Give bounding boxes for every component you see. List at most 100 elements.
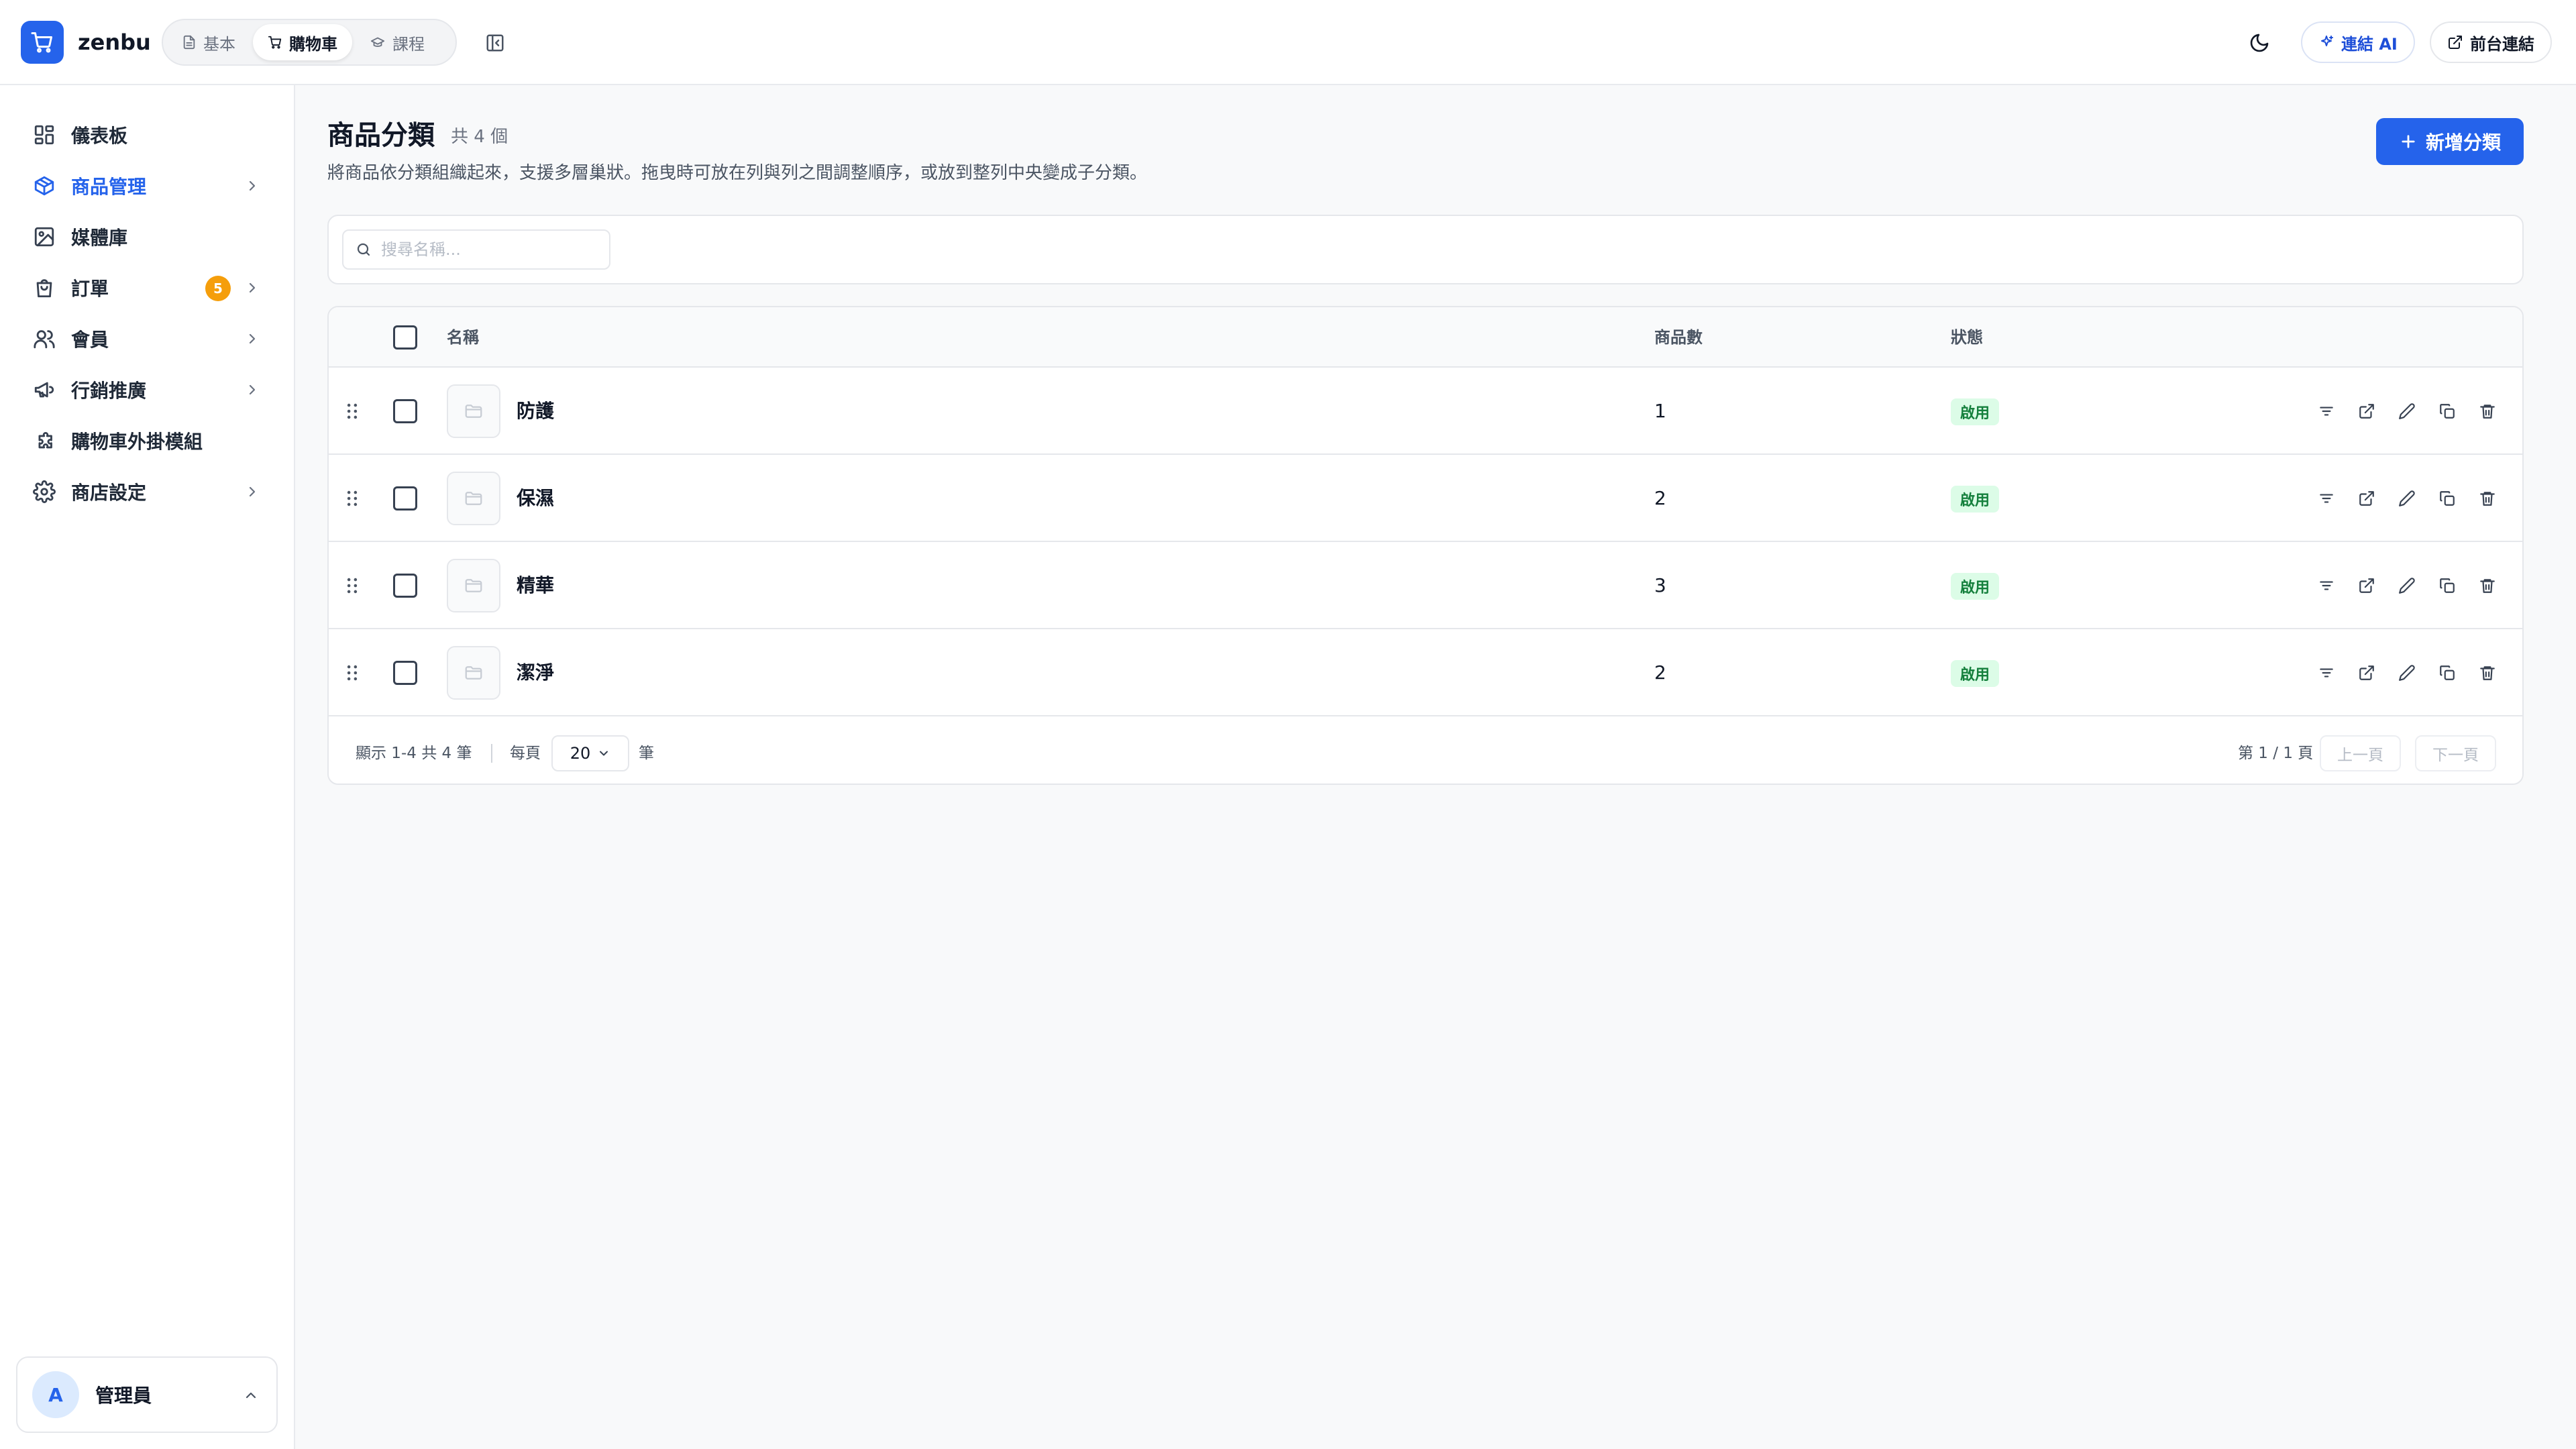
drag-handle-icon[interactable]: [345, 577, 360, 594]
chevron-right-icon: [244, 280, 260, 296]
select-all-checkbox[interactable]: [393, 325, 417, 350]
trash-icon[interactable]: [2474, 398, 2501, 425]
pencil-icon[interactable]: [2394, 398, 2420, 425]
row-actions: [2313, 659, 2501, 686]
search-input[interactable]: [381, 240, 596, 259]
sidebar-item-label: 會員: [71, 329, 109, 351]
mode-tab-basic[interactable]: 基本: [167, 24, 250, 60]
per-page-select[interactable]: 20: [551, 735, 629, 771]
per-page-unit: 筆: [639, 745, 654, 762]
trash-icon[interactable]: [2474, 485, 2501, 512]
folder-icon: [447, 384, 500, 438]
mode-tab-course[interactable]: 課程: [355, 24, 439, 60]
table-row[interactable]: 精華 3 啟用: [329, 542, 2522, 629]
prev-page-button[interactable]: 上一頁: [2320, 735, 2401, 771]
row-actions: [2313, 572, 2501, 599]
sidebar-item-store-settings[interactable]: 商店設定: [16, 466, 279, 517]
folder-icon: [447, 472, 500, 525]
row-checkbox[interactable]: [393, 574, 417, 598]
category-name[interactable]: 精華: [517, 574, 554, 598]
sidebar-item-label: 商品管理: [71, 176, 147, 198]
status-badge: 啟用: [1951, 573, 2000, 600]
logo-cart-icon[interactable]: [21, 21, 64, 64]
page-info: 第 1 / 1 頁: [2238, 745, 2314, 762]
connect-ai-button[interactable]: 連結 AI: [2301, 21, 2415, 63]
per-page-value: 20: [570, 744, 591, 763]
chevron-right-icon: [244, 382, 260, 398]
filter-icon[interactable]: [2313, 659, 2340, 686]
row-checkbox[interactable]: [393, 486, 417, 511]
sparkles-icon: [2318, 34, 2334, 50]
sidebar-item-media[interactable]: 媒體庫: [16, 211, 279, 262]
table-row[interactable]: 防護 1 啟用: [329, 368, 2522, 455]
puzzle-icon: [32, 429, 56, 453]
external-link-icon[interactable]: [2353, 659, 2380, 686]
trash-icon[interactable]: [2474, 572, 2501, 599]
external-link-icon[interactable]: [2353, 398, 2380, 425]
mode-tab-cart[interactable]: 購物車: [253, 24, 352, 60]
sidebar-item-products[interactable]: 商品管理: [16, 160, 279, 211]
external-link-icon[interactable]: [2353, 572, 2380, 599]
pencil-icon[interactable]: [2394, 572, 2420, 599]
copy-icon[interactable]: [2434, 398, 2461, 425]
sidebar-item-members[interactable]: 會員: [16, 313, 279, 364]
sidebar-item-label: 訂單: [71, 278, 109, 300]
add-category-button[interactable]: 新增分類: [2376, 118, 2524, 165]
mode-switch: 基本 購物車 課程: [162, 19, 457, 66]
product-count: 1: [1654, 400, 1666, 422]
trash-icon[interactable]: [2474, 659, 2501, 686]
sidebar-item-label: 行銷推廣: [71, 380, 147, 402]
folder-icon: [447, 646, 500, 700]
table-footer: 顯示 1-4 共 4 筆 每頁 20 筆 第 1 / 1 頁 上一頁 下一頁: [329, 716, 2522, 784]
table-row[interactable]: 保濕 2 啟用: [329, 455, 2522, 542]
copy-icon[interactable]: [2434, 659, 2461, 686]
pencil-icon[interactable]: [2394, 659, 2420, 686]
user-name: 管理員: [95, 1385, 152, 1407]
pencil-icon[interactable]: [2394, 485, 2420, 512]
sidebar-item-label: 購物車外掛模組: [71, 431, 203, 453]
search-card: [327, 215, 2524, 284]
drag-handle-icon[interactable]: [345, 490, 360, 507]
dashboard-icon: [32, 123, 56, 147]
sidebar-item-label: 商店設定: [71, 482, 147, 504]
chevron-right-icon: [244, 484, 260, 500]
category-name[interactable]: 保濕: [517, 486, 554, 511]
product-count: 3: [1654, 574, 1666, 596]
page-title: 商品分類: [327, 120, 435, 151]
category-table: 名稱 商品數 狀態 防護 1 啟用 保濕 2 啟用 精華 3 啟用 潔淨 2 啟…: [327, 306, 2524, 785]
gear-icon: [32, 480, 56, 504]
frontend-link-button[interactable]: 前台連結: [2430, 21, 2552, 63]
filter-icon[interactable]: [2313, 572, 2340, 599]
sidebar-item-cart-plugins[interactable]: 購物車外掛模組: [16, 415, 279, 466]
mode-tab-label: 課程: [392, 34, 425, 54]
dark-mode-moon-icon[interactable]: [2245, 28, 2274, 58]
copy-icon[interactable]: [2434, 485, 2461, 512]
copy-icon[interactable]: [2434, 572, 2461, 599]
table-row[interactable]: 潔淨 2 啟用: [329, 629, 2522, 716]
sidebar-item-orders[interactable]: 訂單 5: [16, 262, 279, 313]
category-name[interactable]: 防護: [517, 399, 554, 423]
sidebar-item-dashboard[interactable]: 儀表板: [16, 109, 279, 160]
filter-icon[interactable]: [2313, 485, 2340, 512]
status-badge: 啟用: [1951, 486, 2000, 513]
folder-icon: [447, 559, 500, 612]
filter-icon[interactable]: [2313, 398, 2340, 425]
sidebar-item-label: 媒體庫: [71, 227, 128, 249]
graduation-cap-icon: [370, 35, 386, 50]
sidebar-toggle-icon[interactable]: [480, 28, 510, 58]
drag-handle-icon[interactable]: [345, 402, 360, 420]
external-link-icon[interactable]: [2353, 485, 2380, 512]
row-checkbox[interactable]: [393, 399, 417, 423]
chevron-up-icon: [243, 1387, 259, 1403]
category-name[interactable]: 潔淨: [517, 661, 554, 685]
status-badge: 啟用: [1951, 660, 2000, 687]
document-icon: [182, 35, 197, 50]
search-box[interactable]: [342, 229, 610, 270]
plus-icon: [2399, 132, 2418, 151]
chevron-right-icon: [244, 331, 260, 347]
row-checkbox[interactable]: [393, 661, 417, 685]
user-menu[interactable]: A 管理員: [16, 1356, 278, 1433]
drag-handle-icon[interactable]: [345, 664, 360, 682]
sidebar-item-marketing[interactable]: 行銷推廣: [16, 364, 279, 415]
next-page-button[interactable]: 下一頁: [2415, 735, 2496, 771]
